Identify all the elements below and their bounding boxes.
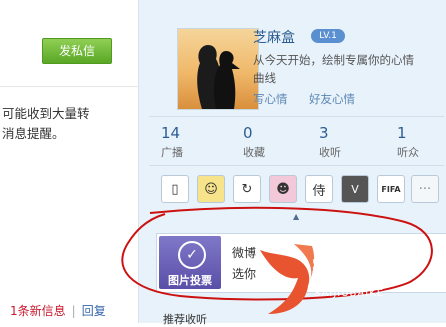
recommend-heading: 推荐收听 [163,313,207,326]
watermark-chinese-text: 赛玖百科 [312,257,408,283]
game-app-icon[interactable]: ☺ [197,175,225,203]
left-pane: 发私信 可能收到大量转 消息提醒。 1条新信息 | 回复 [0,0,139,323]
picture-vote-tile[interactable]: ✓ 图片投票 [159,236,221,289]
notice-text: 可能收到大量转 消息提醒。 [2,104,132,144]
notice-line-2: 消息提醒。 [2,126,65,141]
message-footer: 1条新信息 | 回复 [10,302,106,319]
stat-value: 0 [243,124,253,142]
replay-app-icon[interactable]: ↻ [233,175,261,203]
stat-favorites[interactable]: 0 收藏 [243,124,293,160]
picture-vote-label: 图片投票 [168,274,212,287]
check-circle-icon: ✓ [178,241,206,269]
promo-subtitle: 选你 [232,267,257,281]
stat-following[interactable]: 3 收听 [319,124,369,160]
reply-link[interactable]: 回复 [82,304,106,318]
friends-mood-link[interactable]: 好友心情 [309,91,355,107]
penguin-avatar-image [197,45,240,109]
qq-pet-icon[interactable]: ☻ [269,175,297,203]
new-messages-link[interactable]: 1条新信息 [10,304,66,318]
bio-line-2: 曲线 [253,71,276,85]
bio-line-1: 从今天开始，绘制专属你的心情 [253,53,414,67]
more-icon[interactable]: ··· [411,175,439,203]
stat-label: 收听 [319,146,341,159]
promo-title: 微博 [232,246,257,260]
stat-value: 14 [161,124,181,142]
notice-line-1: 可能收到大量转 [2,106,90,121]
fifa-app-icon[interactable]: FIFA [377,175,405,203]
footer-separator: | [71,304,76,318]
send-private-message-button[interactable]: 发私信 [42,38,112,64]
write-mood-link[interactable]: 写心情 [253,91,288,107]
phone-app-icon[interactable]: ▯ [161,175,189,203]
stat-broadcast[interactable]: 14 广播 [161,124,211,160]
calligraphy-app-icon[interactable]: 侍 [305,175,333,203]
vibe-app-icon[interactable]: V [341,175,369,203]
level-badge: LV.1 [311,29,345,43]
stat-followers[interactable]: 1 听众 [397,124,446,160]
stat-value: 1 [397,124,407,142]
watermark: 赛玖百科 SAIJIUBAIKE [254,240,446,323]
apps-divider [149,165,444,166]
profile-username[interactable]: 芝麻盒 [253,27,295,47]
stat-value: 3 [319,124,329,142]
caret-up-icon: ▲ [293,212,300,221]
stat-label: 收藏 [243,146,265,159]
avatar[interactable] [177,28,259,110]
left-divider [0,86,138,87]
stat-label: 听众 [397,146,419,159]
watermark-english-text: SAIJIUBAIKE [314,288,385,299]
stat-label: 广播 [161,146,183,159]
stats-divider [149,116,444,117]
profile-bio: 从今天开始，绘制专属你的心情 曲线 [253,51,433,87]
